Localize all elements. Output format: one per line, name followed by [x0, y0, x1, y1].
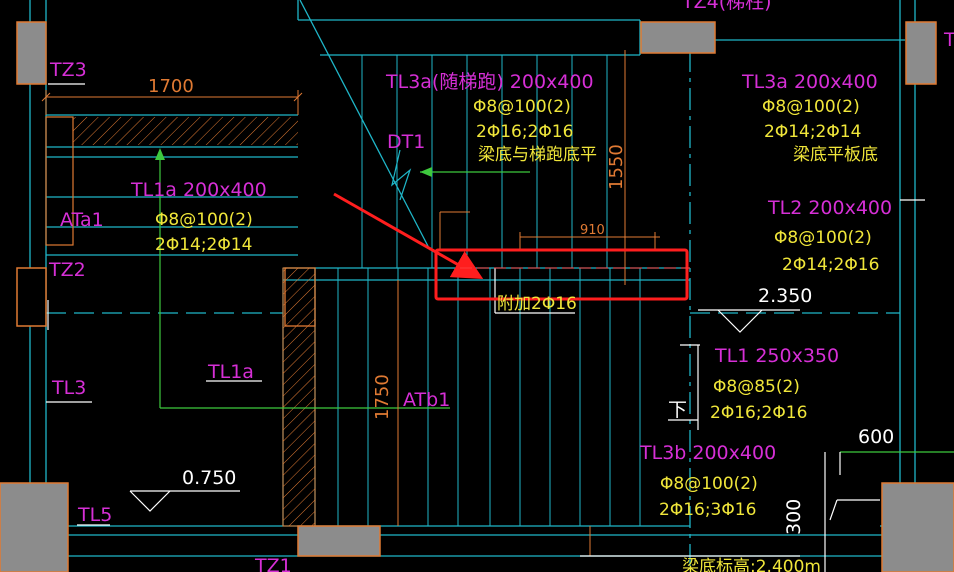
tl1-title: TL1 250x350	[714, 345, 839, 367]
label-dt1: DT1	[387, 131, 425, 153]
tl3a-left-title: TL3a(随梯跑) 200x400	[385, 71, 594, 93]
dim-910: 910	[580, 223, 605, 238]
label-tz-right: T	[943, 29, 954, 51]
label-tz3: TZ3	[49, 59, 87, 81]
dt1-break-line	[391, 149, 412, 201]
tl3b-title: TL3b 200x400	[639, 442, 776, 464]
dim-300: 300	[783, 499, 805, 535]
tl3b-bars: 2Φ16;3Φ16	[659, 500, 756, 520]
tl1a-bars: 2Φ14;2Φ14	[155, 235, 252, 255]
dim-1750: 1750	[372, 374, 393, 420]
tl3a-right-bars: 2Φ14;2Φ14	[764, 122, 861, 142]
tl3a-left-note: 梁底与梯跑底平	[478, 145, 597, 165]
tl1a-title: TL1a 200x400	[130, 179, 267, 201]
tl1a-stirrup: Φ8@100(2)	[155, 210, 253, 230]
label-tz4: TZ4(梯柱)	[681, 0, 772, 13]
down-mark: 下	[668, 399, 687, 421]
green-arrow-left	[420, 167, 432, 177]
hatch-top-left	[73, 117, 298, 145]
tl3a-left-bars: 2Φ16;2Φ16	[476, 122, 573, 142]
label-tl5: TL5	[77, 504, 112, 526]
green-arrow-up	[155, 148, 165, 160]
cad-canvas: TZ3 TZ2 TZ1 TZ4(梯柱) T 1700 1550 910 1750…	[0, 0, 954, 572]
tl1-stirrup: Φ8@85(2)	[713, 377, 800, 397]
tl2-bars: 2Φ14;2Φ16	[782, 255, 879, 275]
hatch-stair-wall	[282, 267, 316, 527]
label-tl1a-bottom: TL1a	[207, 361, 254, 383]
labels: TZ3 TZ2 TZ1 TZ4(梯柱) T 1700 1550 910 1750…	[48, 0, 954, 572]
elev-marker-0750	[129, 490, 171, 512]
tl2-stirrup: Φ8@100(2)	[774, 228, 872, 248]
elev-2350: 2.350	[758, 285, 812, 307]
tl3a-right-note: 梁底平板底	[793, 145, 878, 165]
drawing: TZ3 TZ2 TZ1 TZ4(梯柱) T 1700 1550 910 1750…	[0, 0, 954, 572]
tl3a-left-stirrup: Φ8@100(2)	[473, 97, 571, 117]
dim-1700: 1700	[148, 76, 194, 97]
label-ata1: ATa1	[60, 209, 104, 231]
dim-600: 600	[858, 426, 894, 448]
tl3a-right-title: TL3a 200x400	[741, 71, 878, 93]
dim-1550: 1550	[606, 144, 627, 190]
tl1-bars: 2Φ16;2Φ16	[710, 403, 807, 423]
label-tz2: TZ2	[48, 259, 86, 281]
tl2-title: TL2 200x400	[767, 197, 892, 219]
label-tl3-left: TL3	[51, 377, 86, 399]
tl3b-stirrup: Φ8@100(2)	[660, 474, 758, 494]
highlight-arrow	[333, 192, 484, 279]
highlight-label: 附加2Φ16	[497, 294, 577, 314]
elev-0750: 0.750	[182, 467, 236, 489]
tl3a-right-stirrup: Φ8@100(2)	[762, 97, 860, 117]
label-atb1: ATb1	[403, 389, 450, 411]
label-tz1: TZ1	[254, 555, 292, 572]
bottom-note: 梁底标高:2.400m	[682, 557, 821, 572]
